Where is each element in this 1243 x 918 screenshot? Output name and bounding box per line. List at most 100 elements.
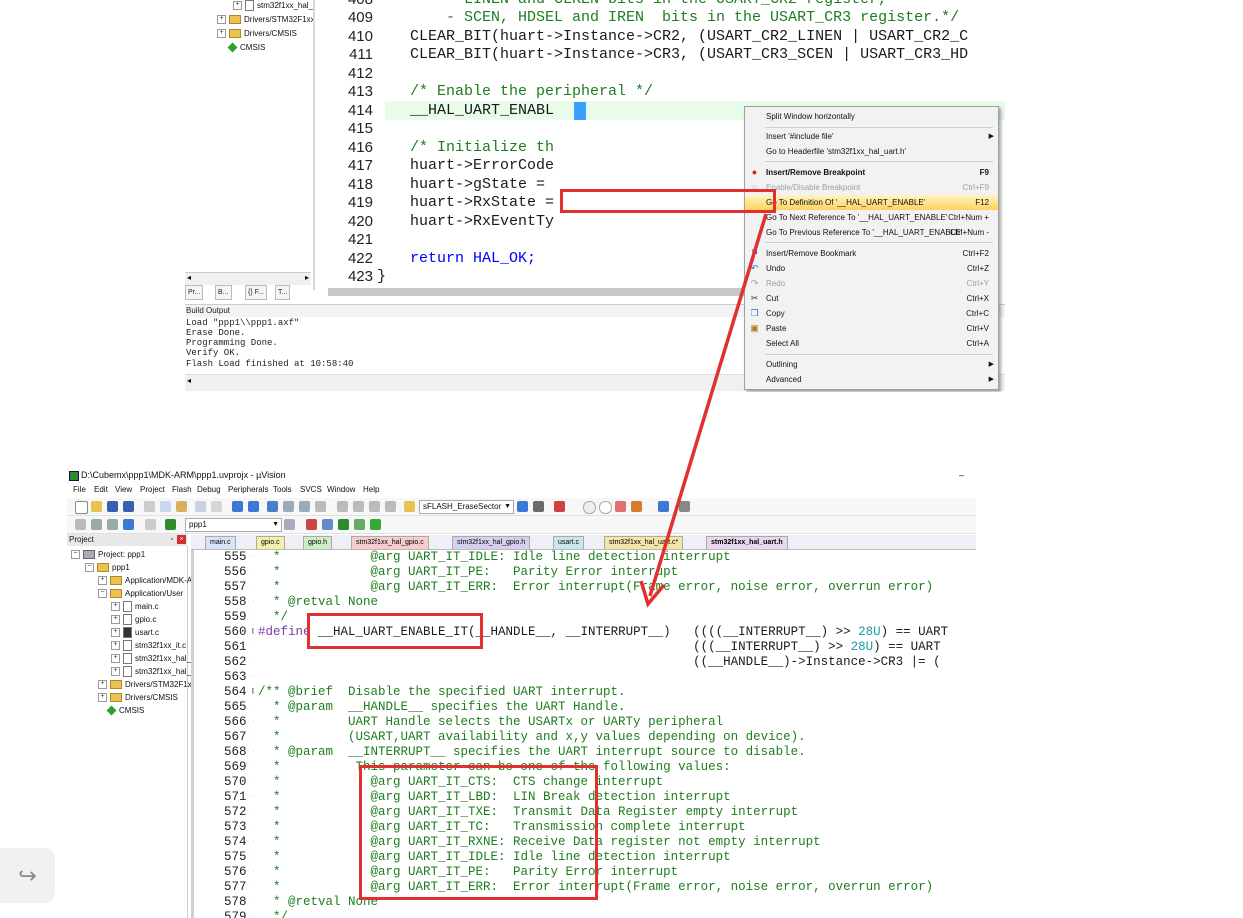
component-icon[interactable] — [370, 519, 381, 530]
target-options-icon[interactable] — [284, 519, 295, 530]
expand-icon[interactable]: + — [98, 576, 107, 586]
menu-item-bookmark[interactable]: ⚑ Insert/Remove Bookmark Ctrl+F2 — [745, 246, 998, 261]
tab-functions[interactable]: {} F... — [245, 285, 267, 300]
menu-project[interactable]: Project — [140, 483, 165, 497]
menu-item-cut[interactable]: ✂ Cut Ctrl+X — [745, 291, 998, 306]
expand-icon[interactable]: + — [111, 667, 120, 677]
download-icon[interactable] — [165, 519, 176, 530]
debug-session-icon[interactable] — [533, 501, 544, 512]
rebuild-icon[interactable] — [107, 519, 118, 530]
redo-icon[interactable] — [211, 501, 222, 512]
tree-item[interactable]: + stm32f1xx_hal_ — [233, 0, 313, 12]
expand-icon[interactable]: + — [233, 1, 242, 11]
menu-debug[interactable]: Debug — [197, 483, 221, 497]
menu-item-enable-disable-breakpoint[interactable]: ○ Enable/Disable Breakpoint Ctrl+F9 — [745, 180, 998, 195]
tree-item-project[interactable]: − Project: ppp1 — [71, 548, 145, 561]
menu-edit[interactable]: Edit — [94, 483, 108, 497]
tree-item-file[interactable]: + stm32f1xx_it.c — [111, 639, 186, 652]
tab-gpio-c[interactable]: gpio.c — [256, 536, 285, 549]
uncomment-icon[interactable] — [385, 501, 396, 512]
window-layout-icon[interactable] — [658, 501, 669, 512]
menu-svcs[interactable]: SVCS — [300, 483, 322, 497]
expand-icon[interactable]: + — [111, 654, 120, 664]
tab-hal-uart-c[interactable]: stm32f1xx_hal_uart.c* — [604, 536, 684, 549]
menu-item-outlining[interactable]: Outlining ▶ — [745, 357, 998, 372]
tree-item-folder[interactable]: + Drivers/CMSIS — [98, 691, 178, 704]
batch-build-icon[interactable] — [123, 519, 134, 530]
start-debug-icon[interactable] — [554, 501, 565, 512]
tab-templates[interactable]: T... — [275, 285, 291, 300]
select-packs-icon[interactable] — [322, 519, 333, 530]
close-icon[interactable]: × — [177, 535, 186, 544]
menu-item-insert-include[interactable]: Insert '#include file' ▶ — [745, 129, 998, 144]
clear-bookmarks-icon[interactable] — [315, 501, 326, 512]
tab-main-c[interactable]: main.c — [205, 536, 236, 549]
tree-item-file[interactable]: + main.c — [111, 600, 159, 613]
pack-installer-icon[interactable] — [354, 519, 365, 530]
kill-breakpoints-icon[interactable] — [615, 501, 626, 512]
expand-icon[interactable]: + — [111, 641, 120, 651]
menu-item-split-window[interactable]: Split Window horizontally — [745, 109, 998, 124]
next-bookmark-icon[interactable] — [299, 501, 310, 512]
scroll-right-icon[interactable]: ▸ — [305, 273, 309, 282]
tree-item-file[interactable]: + stm32f1xx_hal_ — [111, 665, 191, 678]
scroll-left-icon[interactable]: ◂ — [187, 273, 191, 282]
menu-item-select-all[interactable]: Select All Ctrl+A — [745, 336, 998, 351]
menu-item-go-to-definition[interactable]: Go To Definition Of '__HAL_UART_ENABLE' F… — [745, 195, 998, 210]
tree-item-target[interactable]: − ppp1 — [85, 561, 130, 574]
expand-icon[interactable]: + — [98, 680, 107, 690]
tree-item-file[interactable]: + gpio.c — [111, 613, 156, 626]
tree-item-component[interactable]: CMSIS — [106, 704, 144, 717]
menu-item-next-reference[interactable]: Go To Next Reference To '__HAL_UART_ENAB… — [745, 210, 998, 225]
expand-icon[interactable]: + — [217, 29, 226, 39]
find-in-files-icon[interactable] — [404, 501, 415, 512]
tab-hal-gpio-c[interactable]: stm32f1xx_hal_gpio.c — [351, 536, 429, 549]
expand-icon[interactable]: + — [217, 15, 226, 25]
tree-item[interactable]: CMSIS — [227, 41, 265, 54]
expand-icon[interactable]: + — [111, 602, 120, 612]
save-all-icon[interactable] — [123, 501, 134, 512]
undo-icon[interactable] — [195, 501, 206, 512]
menu-tools[interactable]: Tools — [273, 483, 292, 497]
expand-icon[interactable]: + — [111, 615, 120, 625]
wrench-icon[interactable] — [679, 501, 690, 512]
pin-icon[interactable]: ▫ — [171, 534, 173, 546]
open-folder-icon[interactable] — [91, 501, 102, 512]
prev-bookmark-icon[interactable] — [283, 501, 294, 512]
menu-window[interactable]: Window — [327, 483, 355, 497]
tab-usart-c[interactable]: usart.c — [553, 536, 585, 549]
minimize-button[interactable]: – — [959, 467, 964, 483]
menu-item-go-to-headerfile[interactable]: Go to Headerfile 'stm32f1xx_hal_uart.h' — [745, 144, 998, 159]
expand-icon[interactable]: + — [98, 693, 107, 703]
tree-item-folder[interactable]: + Application/MDK-A — [98, 574, 192, 587]
collapse-icon[interactable]: − — [85, 563, 94, 573]
collapse-icon[interactable]: − — [71, 550, 80, 560]
tab-books[interactable]: B... — [215, 285, 232, 300]
new-file-icon[interactable] — [75, 501, 88, 514]
translate-icon[interactable] — [75, 519, 86, 530]
build-icon[interactable] — [91, 519, 102, 530]
paste-icon[interactable] — [176, 501, 187, 512]
tree-item[interactable]: + Drivers/CMSIS — [217, 27, 297, 40]
menu-item-advanced[interactable]: Advanced ▶ — [745, 372, 998, 387]
tree-item-file[interactable]: + stm32f1xx_hal_ — [111, 652, 191, 665]
forward-icon[interactable] — [248, 501, 259, 512]
find-combo[interactable]: sFLASH_EraseSector ▼ — [419, 500, 514, 514]
target-select[interactable]: ppp1 ▼ — [185, 518, 282, 532]
tab-hal-uart-h[interactable]: stm32f1xx_hal_uart.h — [706, 536, 788, 549]
menu-item-copy[interactable]: ❐ Copy Ctrl+C — [745, 306, 998, 321]
menu-item-previous-reference[interactable]: Go To Previous Reference To '__HAL_UART_… — [745, 225, 998, 240]
bookmark-icon[interactable] — [267, 501, 278, 512]
indent-icon[interactable] — [337, 501, 348, 512]
menu-item-redo[interactable]: ↷ Redo Ctrl+Y — [745, 276, 998, 291]
disable-breakpoint-icon[interactable] — [599, 501, 612, 514]
menu-item-undo[interactable]: ↶ Undo Ctrl+Z — [745, 261, 998, 276]
tree-item-file[interactable]: + usart.c — [111, 626, 159, 639]
find-icon[interactable] — [517, 501, 528, 512]
manage-rte-icon[interactable] — [338, 519, 349, 530]
scroll-left-icon[interactable]: ◂ — [187, 376, 191, 385]
menu-item-paste[interactable]: ▣ Paste Ctrl+V — [745, 321, 998, 336]
menu-peripherals[interactable]: Peripherals — [228, 483, 268, 497]
menu-flash[interactable]: Flash — [172, 483, 192, 497]
tree-item-folder[interactable]: − Application/User — [98, 587, 183, 600]
